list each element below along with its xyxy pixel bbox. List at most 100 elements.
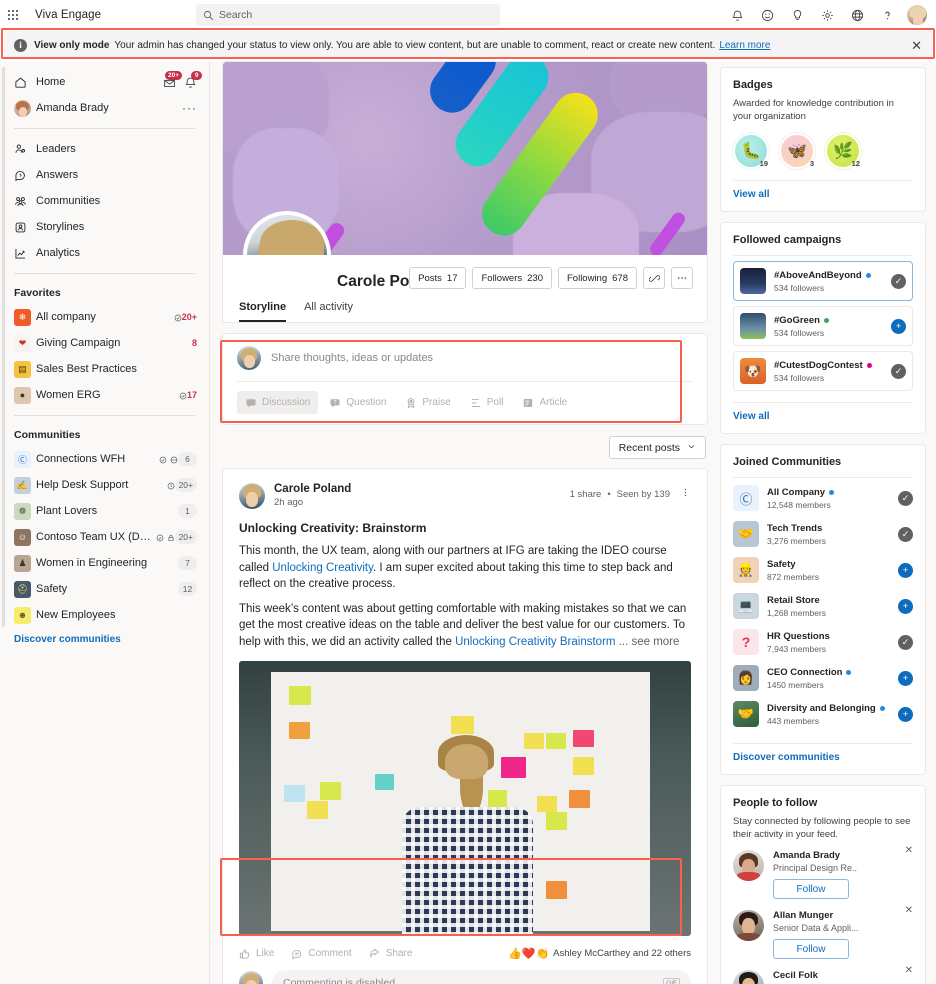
discover-communities-link[interactable]: Discover communities [733,752,913,763]
community-follow-button[interactable]: + [898,598,913,614]
like-button[interactable]: Like [239,948,274,960]
sidebar-item-help-desk-support[interactable]: ✍ Help Desk Support 20+ [0,472,209,498]
post-image[interactable] [239,661,691,936]
composer-poll-button[interactable]: Poll [462,391,512,414]
unlocking-creativity-brainstorm-link[interactable]: Unlocking Creativity Brainstorm [455,636,615,648]
sidebar-item-all-company[interactable]: ❄ All company 20+ [0,304,209,330]
followers-stat[interactable]: Followers 230 [472,267,552,289]
joined-community-row[interactable]: ? HR Questions 7,943 members ✓ [733,624,913,660]
app-launcher-icon[interactable] [0,9,26,21]
composer-praise-button[interactable]: Praise [397,391,458,414]
dismiss-icon[interactable]: ✕ [905,905,913,916]
sidebar-item-leaders[interactable]: Leaders [0,136,209,162]
community-follow-button[interactable]: + [898,706,913,722]
women-in-engineering-icon: ♟ [14,554,31,572]
campaign-row[interactable]: #AboveAndBeyond 534 followers ✓ [733,261,913,301]
sidebar-item-new-employees[interactable]: ☻ New Employees [0,602,209,628]
leaders-icon [14,143,36,156]
sidebar-item-women-in-engineering[interactable]: ♟ Women in Engineering 7 [0,550,209,576]
user-avatar[interactable] [906,4,928,26]
lightbulb-icon[interactable] [782,0,812,30]
campaign-following-button[interactable]: ✓ [891,363,906,379]
unlocking-creativity-link[interactable]: Unlocking Creativity [272,562,373,574]
following-stat[interactable]: Following 678 [558,267,637,289]
discover-communities-link[interactable]: Discover communities [0,628,209,651]
joined-community-row[interactable]: 🤝 Diversity and Belonging 443 members + [733,696,913,732]
composer-question-button[interactable]: ? Question [321,391,394,414]
tab-storyline[interactable]: Storyline [239,301,287,322]
gif-icon[interactable]: GIF [663,977,680,984]
sort-dropdown[interactable]: Recent posts [608,436,706,459]
joined-community-row[interactable]: 🤝 Tech Trends 3,276 members ✓ [733,516,913,552]
avatar[interactable] [733,910,764,941]
caterpillar-badge[interactable]: 🐛 19 [733,133,769,169]
sidebar-item-amanda-brady[interactable]: Amanda Brady ··· [0,95,209,121]
joined-community-row[interactable]: 💻 Retail Store 1,268 members + [733,588,913,624]
sidebar-item-analytics[interactable]: Analytics [0,240,209,266]
avatar[interactable] [733,850,764,881]
person-name[interactable]: Amanda Brady [773,850,857,861]
more-icon[interactable] [671,267,693,289]
post-more-icon[interactable] [680,487,691,501]
badges-view-all-link[interactable]: View all [733,189,913,200]
comment-button[interactable]: Comment [291,948,352,960]
campaign-follow-button[interactable]: + [891,318,906,334]
smiley-icon[interactable] [752,0,782,30]
campaign-row[interactable]: #GoGreen 534 followers + [733,306,913,346]
community-follow-button[interactable]: + [898,562,913,578]
butterfly-badge[interactable]: 🦋 3 [779,133,815,169]
post-author[interactable]: Carole Poland [274,483,351,495]
sidebar-item-communities[interactable]: Communities [0,188,209,214]
notifications-bell-icon[interactable]: 9 [184,70,202,89]
sidebar-item-giving-campaign[interactable]: ❤ Giving Campaign 8 [0,330,209,356]
sidebar-item-plant-lovers[interactable]: ❁ Plant Lovers 1 [0,498,209,524]
help-icon[interactable] [872,0,902,30]
person-name[interactable]: Allan Munger [773,910,859,921]
bell-icon[interactable] [722,0,752,30]
joined-community-row[interactable]: Ⓒ All Company 12,548 members ✓ [733,480,913,516]
sidebar-item-home[interactable]: Home 20+ 9 [0,69,209,95]
posts-stat[interactable]: Posts 17 [409,267,467,289]
dismiss-icon[interactable]: ✕ [905,845,913,856]
community-joined-button[interactable]: ✓ [898,634,913,650]
badge-glyph: 🐛 [741,143,761,160]
globe-icon[interactable] [842,0,872,30]
campaigns-view-all-link[interactable]: View all [733,411,913,422]
share-button[interactable]: Share [369,947,412,960]
sidebar-item-women-erg[interactable]: ● Women ERG 17 [0,382,209,408]
link-icon[interactable] [643,267,665,289]
avatar[interactable] [239,483,265,509]
community-joined-button[interactable]: ✓ [898,526,913,542]
sidebar-item-connections-wfh[interactable]: Ⓒ Connections WFH 6 [0,446,209,472]
joined-community-row[interactable]: 👩 CEO Connection 1450 members + [733,660,913,696]
more-icon[interactable]: ··· [182,101,197,115]
post-reactions[interactable]: 👍❤️👏 Ashley McCarthey and 22 others [508,947,691,960]
sidebar-item-contoso-team-ux[interactable]: ☺ Contoso Team UX (Desig... 20+ [0,524,209,550]
dismiss-icon[interactable]: ✕ [905,965,913,976]
community-follow-button[interactable]: + [898,670,913,686]
sidebar-item-answers[interactable]: Answers [0,162,209,188]
tab-all-activity[interactable]: All activity [304,301,353,322]
composer-discussion-button[interactable]: Discussion [237,391,319,414]
community-joined-button[interactable]: ✓ [898,490,913,506]
campaign-icon [740,313,766,339]
leaf-badge[interactable]: 🌿 12 [825,133,861,169]
learn-more-link[interactable]: Learn more [719,40,770,51]
sidebar-item-safety[interactable]: ⛑ Safety 12 [0,576,209,602]
composer-article-button[interactable]: Article [514,391,575,414]
follow-button[interactable]: Follow [773,879,849,899]
see-more-link[interactable]: ... see more [615,636,680,648]
campaign-following-button[interactable]: ✓ [891,273,906,289]
search-input[interactable]: Search [196,4,500,26]
gear-icon[interactable] [812,0,842,30]
sidebar-item-sales-best-practices[interactable]: ▤ Sales Best Practices [0,356,209,382]
close-icon[interactable]: ✕ [911,39,922,52]
person-name[interactable]: Cecil Folk [773,970,867,981]
campaign-row[interactable]: 🐶 #CutestDogContest 534 followers ✓ [733,351,913,391]
avatar[interactable] [733,970,764,984]
joined-community-row[interactable]: 👷 Safety 872 members + [733,552,913,588]
sidebar-item-storylines[interactable]: Storylines [0,214,209,240]
inbox-icon[interactable]: 20+ [163,70,182,89]
follow-button[interactable]: Follow [773,939,849,959]
composer-input-row[interactable]: Share thoughts, ideas or updates [237,346,693,382]
